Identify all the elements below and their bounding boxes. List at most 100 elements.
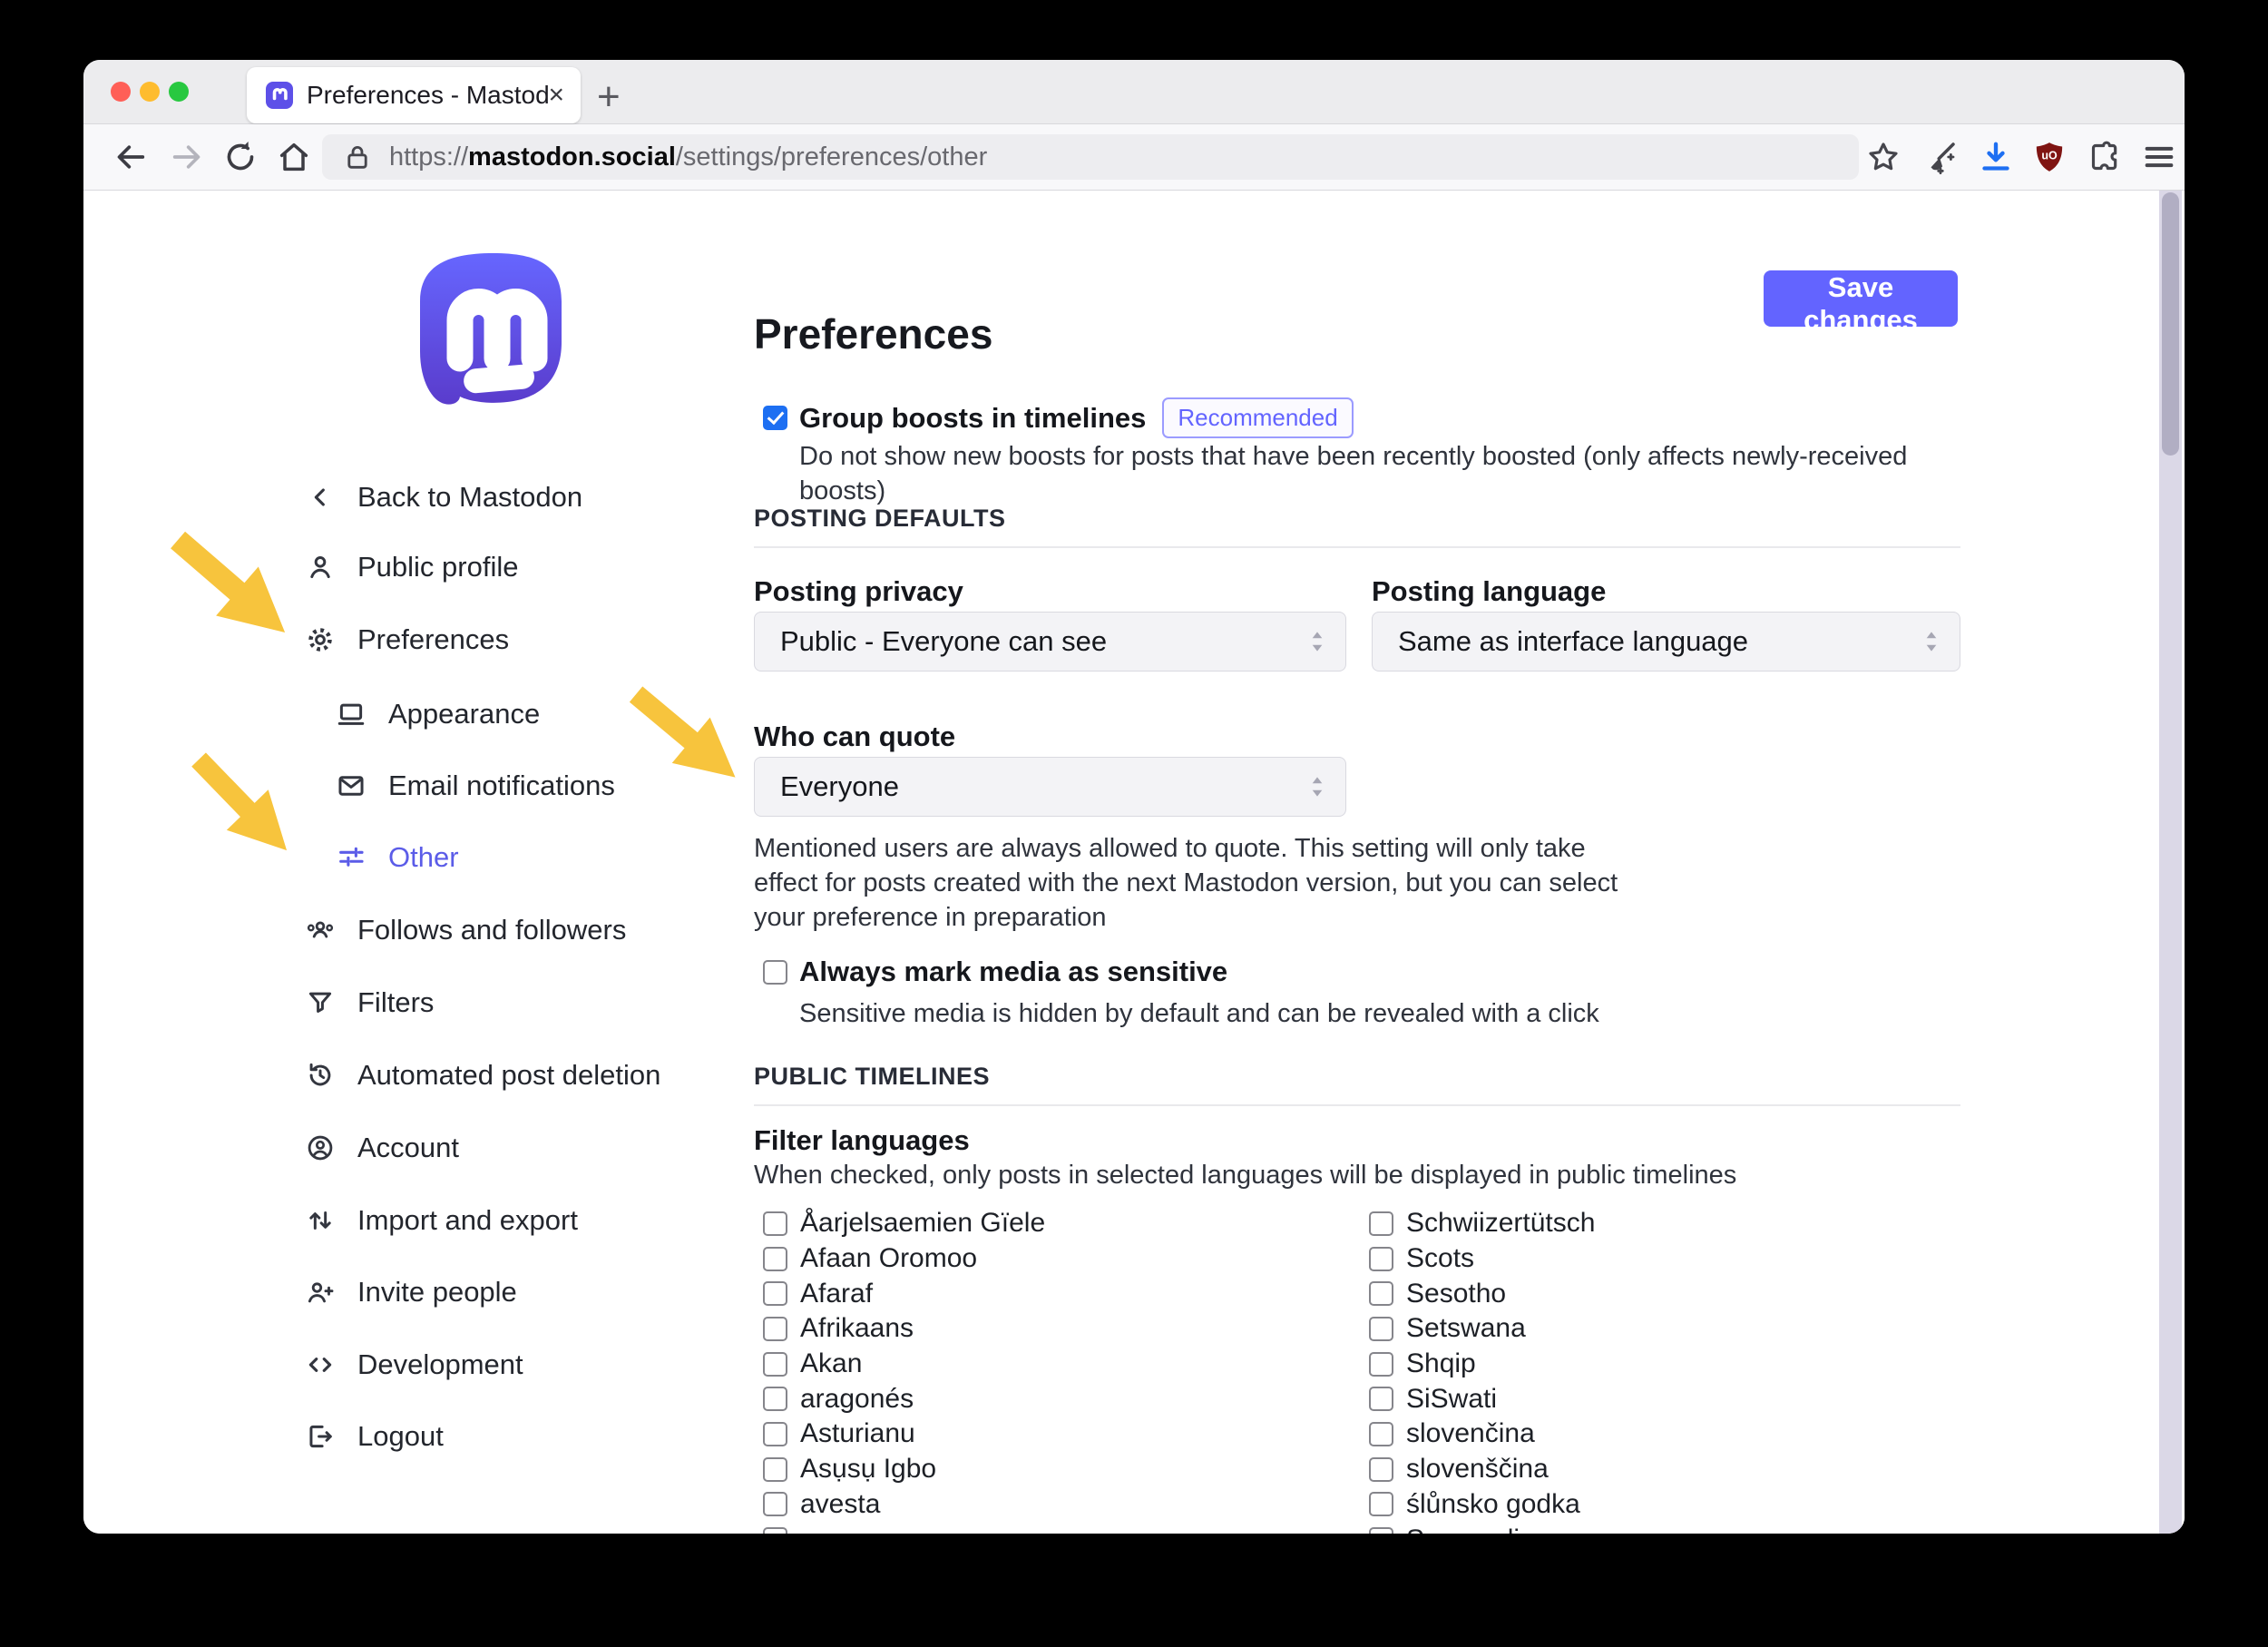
url-bar[interactable]: https://mastodon.social/settings/prefere… xyxy=(322,134,1859,180)
language-checkbox[interactable] xyxy=(763,1281,787,1306)
sidebar-item-logout[interactable]: Logout xyxy=(303,1417,444,1456)
language-option[interactable]: Sesotho xyxy=(1369,1276,1595,1311)
language-option[interactable]: Asturianu xyxy=(763,1417,1045,1452)
language-checkbox[interactable] xyxy=(1369,1281,1393,1306)
cleaner-broom-icon[interactable] xyxy=(1921,137,1960,177)
language-checkbox[interactable] xyxy=(763,1492,787,1516)
sidebar-item-import-and-export[interactable]: Import and export xyxy=(303,1201,578,1240)
reload-button[interactable] xyxy=(220,137,260,177)
language-option[interactable]: aymar aru xyxy=(763,1522,1045,1534)
language-option[interactable]: Scots xyxy=(1369,1241,1595,1277)
language-list-right: Schwiizertütsch Scots Sesotho Setswana S… xyxy=(1369,1206,1595,1534)
extensions-puzzle-icon[interactable] xyxy=(2085,137,2125,177)
who-can-quote-label: Who can quote xyxy=(754,721,955,753)
person-icon xyxy=(303,550,337,584)
url-path: /settings/preferences/other xyxy=(676,142,987,172)
gear-icon xyxy=(303,623,337,657)
language-option[interactable]: slovenčina xyxy=(1369,1417,1595,1452)
funnel-icon xyxy=(303,985,337,1020)
sidebar-item-appearance[interactable]: Appearance xyxy=(334,694,540,734)
language-option[interactable]: Schwiizertütsch xyxy=(1369,1206,1595,1241)
language-checkbox[interactable] xyxy=(1369,1352,1393,1377)
language-checkbox[interactable] xyxy=(763,1527,787,1534)
history-icon xyxy=(303,1058,337,1093)
new-tab-button[interactable]: + xyxy=(597,74,621,120)
language-checkbox[interactable] xyxy=(763,1422,787,1446)
save-changes-button[interactable]: Save changes xyxy=(1764,270,1958,327)
forward-button[interactable] xyxy=(167,137,207,177)
tab-close-icon[interactable]: × xyxy=(548,80,564,111)
language-checkbox[interactable] xyxy=(1369,1387,1393,1411)
language-checkbox[interactable] xyxy=(763,1247,787,1271)
sidebar-item-email-notifications[interactable]: Email notifications xyxy=(334,766,615,806)
code-icon xyxy=(303,1348,337,1382)
chevron-left-icon xyxy=(303,480,337,515)
posting-privacy-select[interactable]: Public - Everyone can see xyxy=(754,612,1346,672)
bookmark-star-icon[interactable] xyxy=(1863,137,1903,177)
menu-hamburger-icon[interactable] xyxy=(2139,137,2179,177)
ublock-shield-icon[interactable]: uO xyxy=(2029,137,2069,177)
language-option[interactable]: Afaraf xyxy=(763,1276,1045,1311)
language-option[interactable]: Afrikaans xyxy=(763,1311,1045,1347)
home-button[interactable] xyxy=(274,137,314,177)
sensitive-media-checkbox[interactable] xyxy=(763,960,787,985)
sidebar-item-other[interactable]: Other xyxy=(334,838,459,877)
language-option[interactable]: Shqip xyxy=(1369,1347,1595,1382)
close-window-button[interactable] xyxy=(111,82,131,102)
language-checkbox[interactable] xyxy=(1369,1422,1393,1446)
language-checkbox[interactable] xyxy=(1369,1247,1393,1271)
language-option[interactable]: avesta xyxy=(763,1487,1045,1523)
language-checkbox[interactable] xyxy=(1369,1317,1393,1341)
url-scheme: https:// xyxy=(389,142,468,172)
select-chevrons-icon xyxy=(1920,613,1943,671)
group-boosts-label: Group boosts in timelines xyxy=(799,402,1146,435)
language-option[interactable]: Akan xyxy=(763,1347,1045,1382)
sidebar-item-automated-post-deletion[interactable]: Automated post deletion xyxy=(303,1055,660,1095)
sidebar-item-back-to-mastodon[interactable]: Back to Mastodon xyxy=(303,477,582,517)
lock-icon xyxy=(342,142,373,172)
sensitive-media-setting: Always mark media as sensitive xyxy=(763,956,1227,988)
language-option[interactable]: Åarjelsaemien Gïele xyxy=(763,1206,1045,1241)
page-title: Preferences xyxy=(754,309,992,358)
logout-icon xyxy=(303,1419,337,1454)
annotation-arrow-who-can-quote xyxy=(616,671,758,804)
sidebar-item-invite-people[interactable]: Invite people xyxy=(303,1272,517,1312)
language-checkbox[interactable] xyxy=(763,1457,787,1482)
who-can-quote-description: Mentioned users are always allowed to qu… xyxy=(754,831,1638,935)
sensitive-media-description: Sensitive media is hidden by default and… xyxy=(799,996,1979,1031)
posting-language-select[interactable]: Same as interface language xyxy=(1372,612,1960,672)
language-checkbox[interactable] xyxy=(1369,1457,1393,1482)
back-button[interactable] xyxy=(111,137,151,177)
language-option[interactable]: aragonés xyxy=(763,1381,1045,1417)
language-checkbox[interactable] xyxy=(1369,1492,1393,1516)
language-checkbox[interactable] xyxy=(1369,1527,1393,1534)
who-can-quote-select[interactable]: Everyone xyxy=(754,757,1346,817)
download-icon[interactable] xyxy=(1976,137,2016,177)
language-option[interactable]: Afaan Oromoo xyxy=(763,1241,1045,1277)
language-checkbox[interactable] xyxy=(763,1387,787,1411)
language-checkbox[interactable] xyxy=(763,1352,787,1377)
titlebar: Preferences - Mastodon × + xyxy=(83,60,2185,124)
language-option[interactable]: Asụsụ Igbo xyxy=(763,1452,1045,1487)
language-checkbox[interactable] xyxy=(1369,1211,1393,1236)
page-content: Back to Mastodon Public profile Preferen… xyxy=(83,191,2185,1534)
language-option[interactable]: SiSwati xyxy=(1369,1381,1595,1417)
language-option[interactable]: ślůnsko godka xyxy=(1369,1487,1595,1523)
minimize-window-button[interactable] xyxy=(140,82,160,102)
sidebar-item-development[interactable]: Development xyxy=(303,1345,523,1385)
language-checkbox[interactable] xyxy=(763,1211,787,1236)
language-checkbox[interactable] xyxy=(763,1317,787,1341)
sidebar-item-account[interactable]: Account xyxy=(303,1128,459,1168)
sidebar-item-filters[interactable]: Filters xyxy=(303,983,434,1023)
language-option[interactable]: slovenščina xyxy=(1369,1452,1595,1487)
group-boosts-checkbox[interactable] xyxy=(763,406,787,430)
import-export-icon xyxy=(303,1203,337,1238)
scrollbar-thumb[interactable] xyxy=(2162,192,2179,456)
language-option[interactable]: Setswana xyxy=(1369,1311,1595,1347)
browser-tab[interactable]: Preferences - Mastodon × xyxy=(247,67,581,123)
sidebar-item-preferences[interactable]: Preferences xyxy=(303,620,509,660)
sidebar-item-public-profile[interactable]: Public profile xyxy=(303,547,518,587)
sidebar-item-follows-and-followers[interactable]: Follows and followers xyxy=(303,910,626,950)
language-option[interactable]: Soomaaliga xyxy=(1369,1522,1595,1534)
zoom-window-button[interactable] xyxy=(169,82,189,102)
